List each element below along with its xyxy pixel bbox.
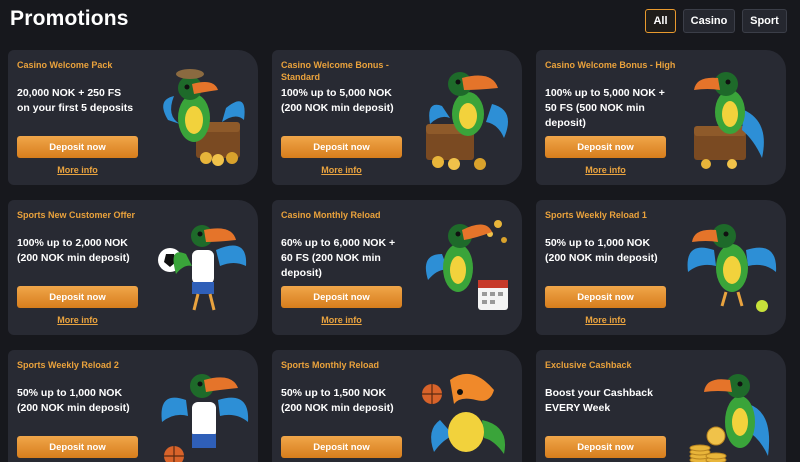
more-info-link[interactable]: More info [17,165,138,175]
promo-description: 50% up to 1,000 NOK (200 NOK min deposit… [545,237,658,264]
promo-card: Casino Welcome Pack 20,000 NOK + 250 FS … [8,50,258,185]
promo-description: 100% up to 2,000 NOK (200 NOK min deposi… [17,237,130,264]
deposit-now-button[interactable]: Deposit now [281,286,402,308]
promo-title: Casino Welcome Pack [17,60,113,70]
promo-description: 50% up to 1,000 NOK (200 NOK min deposit… [17,387,130,414]
filter-tabs: All Casino Sport [645,9,787,33]
promo-card: Casino Welcome Bonus - Standard 100% up … [272,50,522,185]
deposit-now-button[interactable]: Deposit now [281,136,402,158]
toucan-treasure-chest-icon [163,69,245,166]
filter-casino-button[interactable]: Casino [683,9,735,33]
deposit-now-button[interactable]: Deposit now [17,436,138,458]
promo-description: 20,000 NOK + 250 FS on your first 5 depo… [17,87,134,114]
promo-title: Sports Monthly Reload [281,360,380,370]
deposit-now-button[interactable]: Deposit now [17,136,138,158]
promo-card: Sports Weekly Reload 1 50% up to 1,000 N… [536,200,786,335]
promo-description: 100% up to 5,000 NOK + 50 FS (500 NOK mi… [545,87,665,129]
toucan-tennis-icon [687,224,777,312]
promo-card: Sports New Customer Offer 100% up to 2,0… [8,200,258,335]
toucan-treasure-chest-icon [694,72,764,169]
promo-description: Boost your Cashback EVERY Week [545,387,653,414]
promo-title: Casino Welcome Bonus - High [545,60,676,70]
more-info-link[interactable]: More info [281,165,402,175]
promo-card: Casino Monthly Reload 60% up to 6,000 NO… [272,200,522,335]
toucan-coins-icon [689,374,770,462]
promo-title: Casino Welcome Bonus - Standard [281,60,389,82]
promo-title: Sports Weekly Reload 2 [17,360,119,370]
more-info-link[interactable]: More info [17,315,138,325]
deposit-now-button[interactable]: Deposit now [545,136,666,158]
deposit-now-button[interactable]: Deposit now [281,436,402,458]
toucan-basketball-icon [422,373,506,454]
promo-card: Casino Welcome Bonus - High 100% up to 5… [536,50,786,185]
more-info-link[interactable]: More info [281,315,402,325]
more-info-link[interactable]: More info [545,165,666,175]
promo-card: Exclusive Cashback Boost your Cashback E… [536,350,786,462]
header: Promotions All Casino Sport [0,0,800,44]
toucan-football-icon [158,225,247,311]
deposit-now-button[interactable]: Deposit now [545,286,666,308]
promo-card: Sports Monthly Reload 50% up to 1,500 NO… [272,350,522,462]
filter-all-button[interactable]: All [645,9,676,33]
promo-title: Exclusive Cashback [545,360,632,370]
page-title: Promotions [10,7,129,30]
promo-title: Casino Monthly Reload [281,210,381,220]
filter-sport-button[interactable]: Sport [742,9,787,33]
promo-title: Sports Weekly Reload 1 [545,210,647,220]
promo-description: 50% up to 1,500 NOK (200 NOK min deposit… [281,387,394,414]
promo-description: 100% up to 5,000 NOK (200 NOK min deposi… [281,87,394,114]
promo-description: 60% up to 6,000 NOK + 60 FS (200 NOK min… [281,237,396,279]
more-info-link[interactable]: More info [545,315,666,325]
toucan-calendar-icon [425,220,508,310]
deposit-now-button[interactable]: Deposit now [545,436,666,458]
promo-card: Sports Weekly Reload 2 50% up to 1,000 N… [8,350,258,462]
toucan-treasure-chest-icon [426,72,508,170]
toucan-basketball-icon [161,374,249,462]
deposit-now-button[interactable]: Deposit now [17,286,138,308]
promo-title: Sports New Customer Offer [17,210,136,220]
